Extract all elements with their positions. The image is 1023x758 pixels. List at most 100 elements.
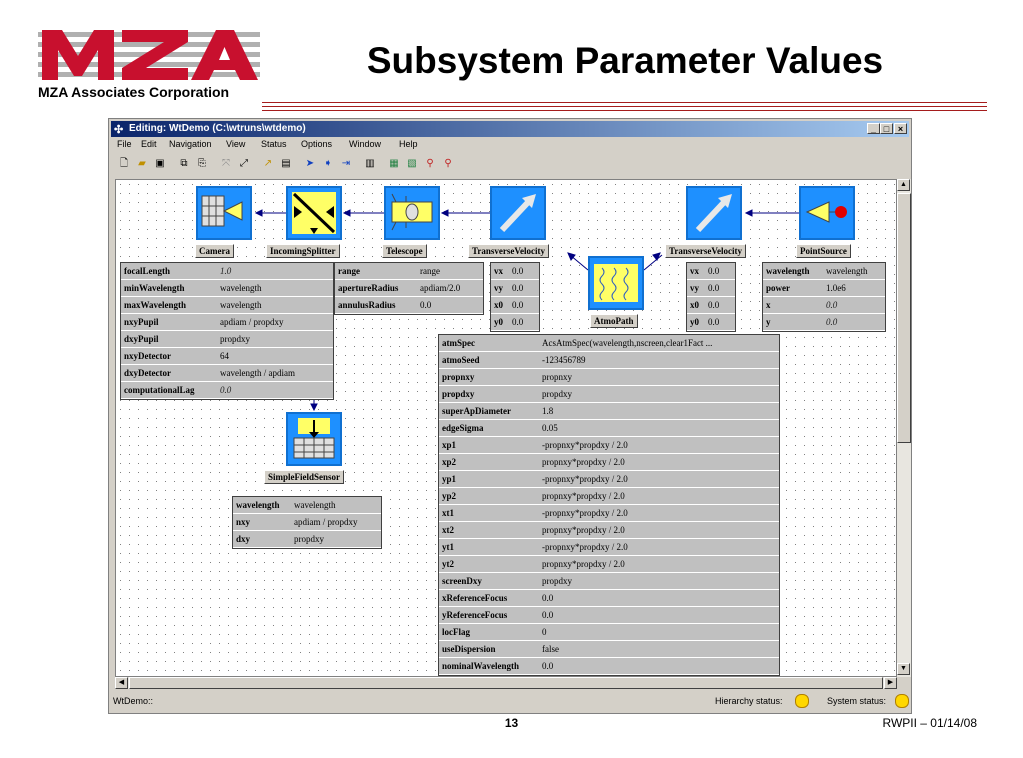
scroll-right-button[interactable]: ▶: [884, 677, 897, 689]
param-value[interactable]: propnxy*propdxy / 2.0: [539, 453, 779, 471]
menu-view[interactable]: View: [226, 139, 245, 149]
param-value[interactable]: false: [539, 640, 779, 658]
search-icon[interactable]: ⚲: [423, 157, 437, 171]
param-value[interactable]: -propnxy*propdxy / 2.0: [539, 504, 779, 522]
menu-options[interactable]: Options: [301, 139, 332, 149]
simple-field-sensor-block[interactable]: [286, 412, 342, 466]
atmo-path-block[interactable]: [588, 256, 644, 310]
menu-window[interactable]: Window: [349, 139, 381, 149]
param-row[interactable]: yp1 -propnxy*propdxy / 2.0: [439, 470, 779, 488]
param-value[interactable]: 0.0: [217, 381, 333, 399]
param-row[interactable]: atmoSeed -123456789: [439, 351, 779, 369]
param-row[interactable]: nxyPupil apdiam / propdxy: [121, 313, 333, 331]
param-row[interactable]: vy 0.0: [687, 279, 735, 297]
diagram-alt-icon[interactable]: ▧: [405, 157, 419, 171]
param-row[interactable]: apertureRadius apdiam/2.0: [335, 279, 483, 297]
horizontal-scroll-thumb[interactable]: [129, 677, 883, 689]
param-row[interactable]: minWavelength wavelength: [121, 279, 333, 297]
menu-navigation[interactable]: Navigation: [169, 139, 212, 149]
param-value[interactable]: propnxy: [539, 368, 779, 386]
param-value[interactable]: 0.0: [509, 279, 539, 297]
param-row[interactable]: xt1 -propnxy*propdxy / 2.0: [439, 504, 779, 522]
menu-status[interactable]: Status: [261, 139, 287, 149]
maximize-button[interactable]: □: [880, 123, 893, 134]
menu-help[interactable]: Help: [399, 139, 418, 149]
close-button[interactable]: ×: [894, 123, 907, 134]
param-row[interactable]: xt2 propnxy*propdxy / 2.0: [439, 521, 779, 539]
diagram-icon[interactable]: ▦: [387, 157, 401, 171]
scroll-left-button[interactable]: ◀: [115, 677, 128, 689]
param-row[interactable]: focalLength 1.0: [121, 263, 333, 280]
param-value[interactable]: wavelength: [291, 497, 381, 514]
param-value[interactable]: wavelength: [217, 296, 333, 314]
paste-icon[interactable]: ⎘: [195, 157, 209, 171]
param-row[interactable]: vy 0.0: [491, 279, 539, 297]
param-value[interactable]: -123456789: [539, 351, 779, 369]
param-row[interactable]: vx 0.0: [491, 263, 539, 280]
param-row[interactable]: xReferenceFocus 0.0: [439, 589, 779, 607]
open-folder-icon[interactable]: ▰: [135, 157, 149, 171]
param-row[interactable]: nxyDetector 64: [121, 347, 333, 365]
param-value[interactable]: -propnxy*propdxy / 2.0: [539, 436, 779, 454]
param-value[interactable]: 0: [539, 623, 779, 641]
search-next-icon[interactable]: ⚲: [441, 157, 455, 171]
collapse-icon[interactable]: ⤧: [219, 157, 233, 171]
param-value[interactable]: 1.0: [217, 263, 333, 280]
param-value[interactable]: apdiam / propdxy: [291, 513, 381, 531]
param-row[interactable]: x 0.0: [763, 296, 885, 314]
param-value[interactable]: 0.0: [823, 296, 885, 314]
param-value[interactable]: propdxy: [217, 330, 333, 348]
param-value[interactable]: 0.0: [705, 279, 735, 297]
param-value[interactable]: propdxy: [539, 385, 779, 403]
new-file-icon[interactable]: 🗋: [117, 157, 131, 171]
param-row[interactable]: nxy apdiam / propdxy: [233, 513, 381, 531]
param-value[interactable]: -propnxy*propdxy / 2.0: [539, 470, 779, 488]
param-row[interactable]: wavelength wavelength: [233, 497, 381, 514]
vertical-scrollbar[interactable]: ▲ ▼: [897, 179, 911, 677]
param-row[interactable]: screenDxy propdxy: [439, 572, 779, 590]
incoming-splitter-block[interactable]: [286, 186, 342, 240]
param-row[interactable]: range range: [335, 263, 483, 280]
param-row[interactable]: yReferenceFocus 0.0: [439, 606, 779, 624]
param-row[interactable]: maxWavelength wavelength: [121, 296, 333, 314]
param-row[interactable]: x0 0.0: [687, 296, 735, 314]
run-icon[interactable]: ➧: [321, 157, 335, 171]
copy-icon[interactable]: ⧉: [177, 157, 191, 171]
vertical-scroll-thumb[interactable]: [897, 193, 911, 443]
param-value[interactable]: 0.0: [823, 313, 885, 331]
telescope-block[interactable]: [384, 186, 440, 240]
param-value[interactable]: 0.0: [509, 296, 539, 314]
param-row[interactable]: y0 0.0: [687, 313, 735, 331]
param-row[interactable]: x0 0.0: [491, 296, 539, 314]
param-value[interactable]: propdxy: [539, 572, 779, 590]
param-row[interactable]: xp2 propnxy*propdxy / 2.0: [439, 453, 779, 471]
step-forward-icon[interactable]: ➤: [303, 157, 317, 171]
minimize-button[interactable]: _: [867, 123, 880, 134]
param-row[interactable]: vx 0.0: [687, 263, 735, 280]
param-row[interactable]: propnxy propnxy: [439, 368, 779, 386]
param-row[interactable]: locFlag 0: [439, 623, 779, 641]
param-row[interactable]: annulusRadius 0.0: [335, 296, 483, 314]
menu-file[interactable]: File: [117, 139, 132, 149]
param-row[interactable]: y 0.0: [763, 313, 885, 331]
document-icon[interactable]: ▤: [279, 157, 293, 171]
param-value[interactable]: wavelength: [217, 279, 333, 297]
transverse-velocity-block-1[interactable]: [490, 186, 546, 240]
param-value[interactable]: apdiam/2.0: [417, 279, 483, 297]
param-row[interactable]: dxy propdxy: [233, 530, 381, 548]
param-value[interactable]: 0.05: [539, 419, 779, 437]
param-row[interactable]: propdxy propdxy: [439, 385, 779, 403]
scroll-down-button[interactable]: ▼: [897, 663, 910, 675]
param-row[interactable]: useDispersion false: [439, 640, 779, 658]
param-row[interactable]: yp2 propnxy*propdxy / 2.0: [439, 487, 779, 505]
param-row[interactable]: computationalLag 0.0: [121, 381, 333, 399]
param-row[interactable]: xp1 -propnxy*propdxy / 2.0: [439, 436, 779, 454]
param-row[interactable]: dxyPupil propdxy: [121, 330, 333, 348]
param-value[interactable]: 0.0: [705, 263, 735, 280]
param-value[interactable]: 0.0: [705, 296, 735, 314]
param-row[interactable]: edgeSigma 0.05: [439, 419, 779, 437]
param-value[interactable]: 0.0: [417, 296, 483, 314]
param-row[interactable]: superApDiameter 1.8: [439, 402, 779, 420]
point-source-block[interactable]: [799, 186, 855, 240]
param-value[interactable]: wavelength / apdiam: [217, 364, 333, 382]
